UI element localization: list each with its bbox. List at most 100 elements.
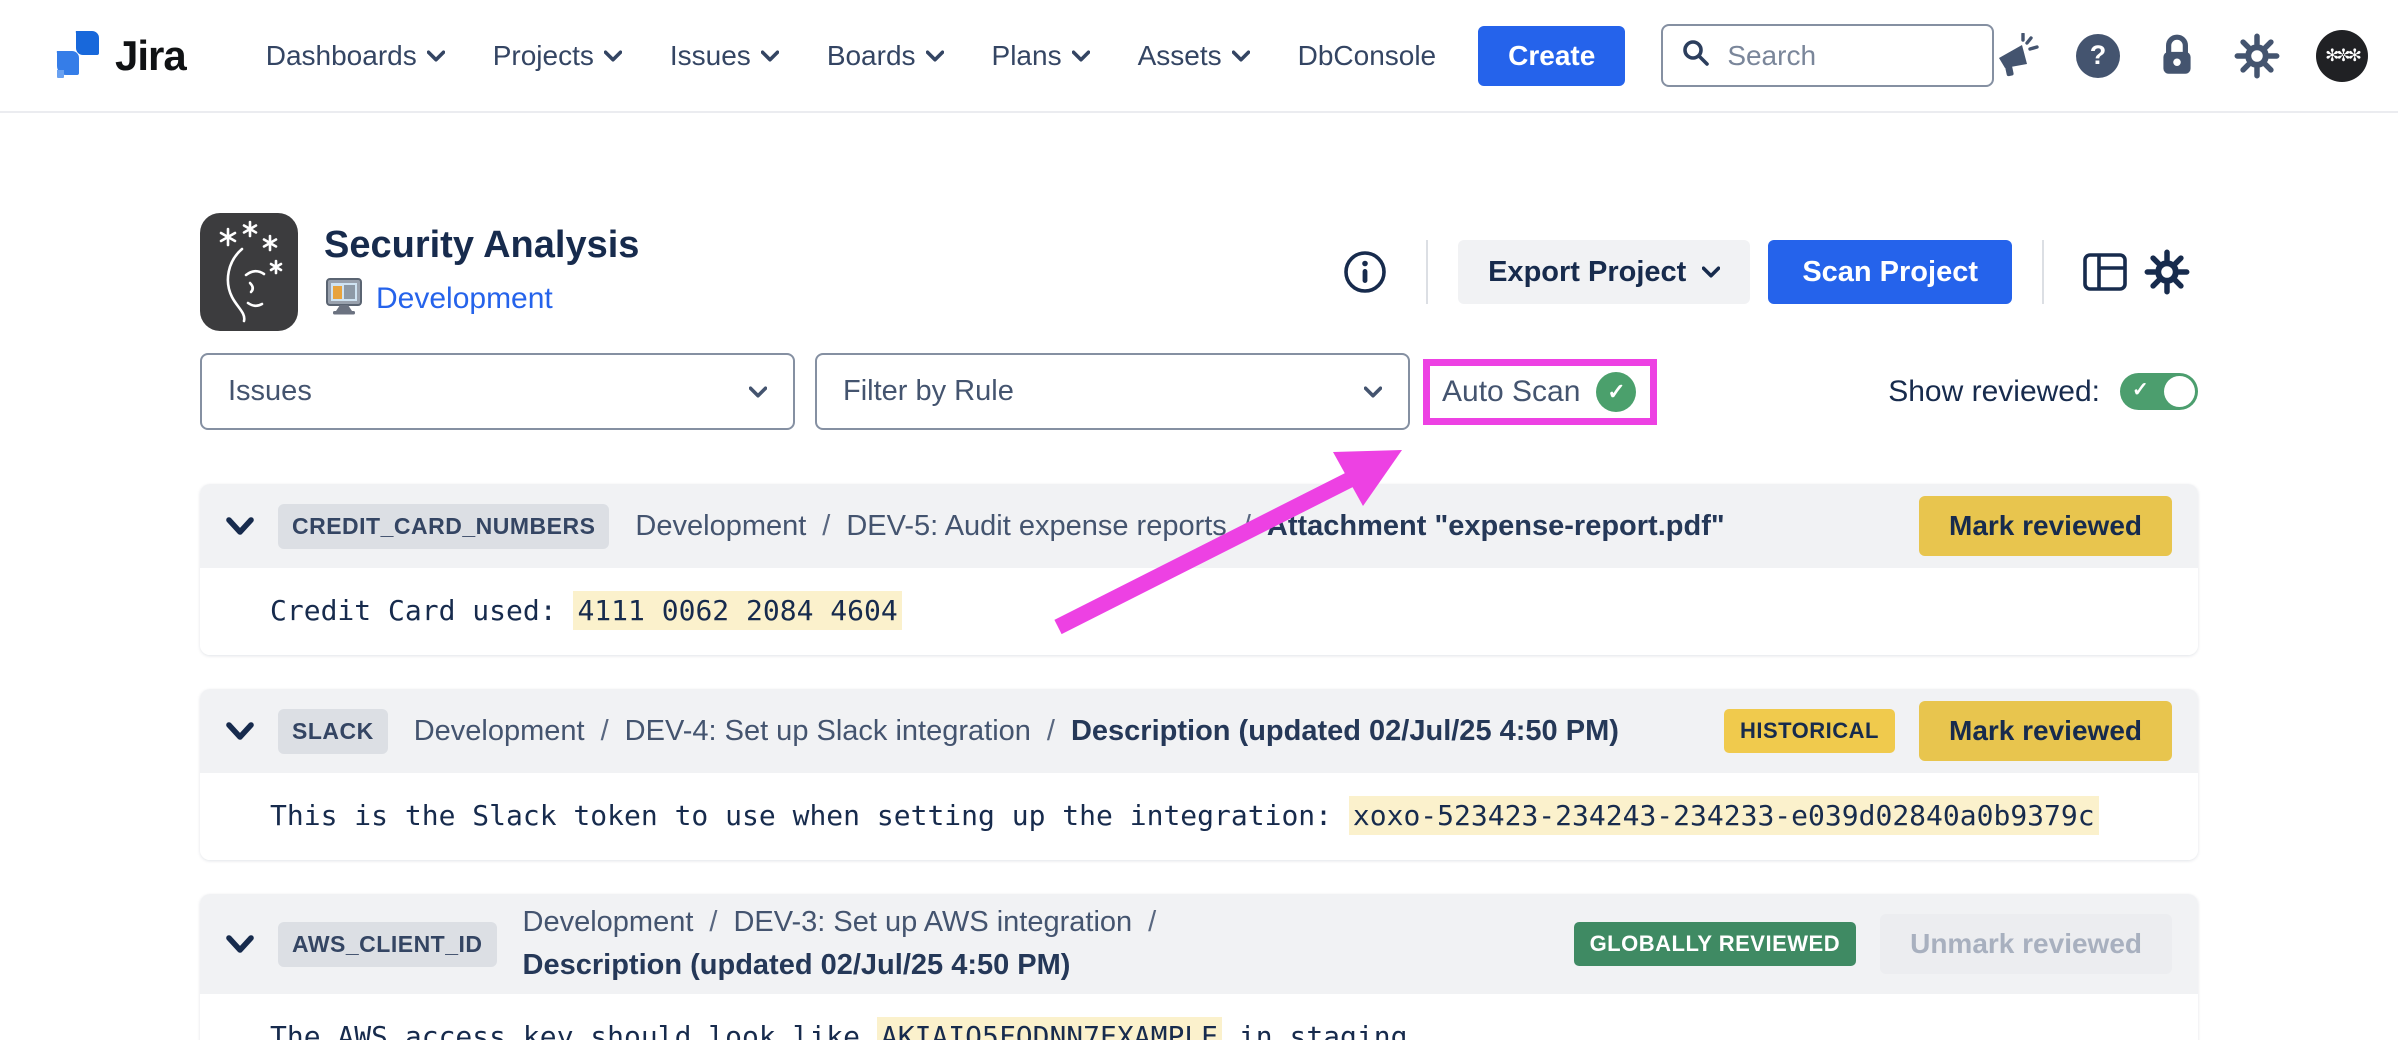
jira-logo-text: Jira <box>115 32 186 80</box>
finding-header: CREDIT_CARD_NUMBERS Development / DEV-5:… <box>200 484 2198 568</box>
nav-item-issues[interactable]: Issues <box>670 40 779 72</box>
create-button[interactable]: Create <box>1478 26 1625 86</box>
breadcrumb-separator: / <box>709 906 717 939</box>
finding-actions: HISTORICAL Mark reviewed <box>1700 701 2172 761</box>
finding-actions: GLOBALLY REVIEWED Unmark reviewed <box>1550 914 2172 974</box>
jira-app: Jira Dashboards Projects Issues Boards P… <box>0 0 2398 1040</box>
finding-header: AWS_CLIENT_ID Development / DEV-3: Set u… <box>200 894 2198 994</box>
sensitive-value-highlight: 4111 0062 2084 4604 <box>573 591 901 630</box>
filter-by-rule-dropdown[interactable]: Filter by Rule <box>815 353 1410 430</box>
breadcrumb-separator: / <box>1047 715 1055 748</box>
mark-reviewed-button[interactable]: Mark reviewed <box>1919 701 2172 761</box>
breadcrumb: Development / DEV-5: Audit expense repor… <box>635 510 1895 543</box>
breadcrumb-project[interactable]: Development <box>635 510 806 543</box>
show-reviewed-toggle[interactable]: ✓ <box>2120 373 2198 410</box>
user-avatar[interactable]: ✻✼✻ <box>2316 30 2368 82</box>
chevron-down-icon <box>926 50 944 62</box>
breadcrumb: Development / DEV-3: Set up AWS integrat… <box>523 906 1550 982</box>
auto-scan-enabled-check-icon: ✓ <box>1596 372 1636 412</box>
nav-item-dbconsole[interactable]: DbConsole <box>1298 40 1437 72</box>
breadcrumb-field: Description (updated 02/Jul/25 4:50 PM) <box>1071 715 1619 748</box>
sensitive-value-highlight: AKIAIO5FODNN7EXAMPLE <box>877 1017 1222 1040</box>
breadcrumb-project[interactable]: Development <box>414 715 585 748</box>
expand-chevron-icon[interactable] <box>226 721 254 741</box>
historical-badge: HISTORICAL <box>1724 709 1895 753</box>
announcements-megaphone-icon[interactable] <box>1994 33 2040 79</box>
nav-item-boards[interactable]: Boards <box>827 40 944 72</box>
details-panel-icon[interactable] <box>2074 241 2136 303</box>
settings-gear-icon[interactable] <box>2234 33 2280 79</box>
help-icon[interactable]: ? <box>2076 34 2120 78</box>
breadcrumb-issue[interactable]: DEV-5: Audit expense reports <box>846 510 1226 543</box>
jira-logo-icon <box>55 28 101 83</box>
toggle-knob <box>2164 376 2195 407</box>
title-block: Security Analysis Development <box>324 223 639 322</box>
chevron-down-icon <box>1702 266 1720 278</box>
globally-reviewed-badge: GLOBALLY REVIEWED <box>1574 922 1857 966</box>
header-actions: Export Project Scan Project <box>1334 240 2198 304</box>
scan-project-button[interactable]: Scan Project <box>1768 240 2012 304</box>
finding-snippet: Credit Card used: 4111 0062 2084 4604 <box>270 594 2158 627</box>
mark-reviewed-button[interactable]: Mark reviewed <box>1919 496 2172 556</box>
filter-row: Issues Filter by Rule Auto Scan ✓ Show r… <box>200 353 2198 430</box>
jira-logo[interactable]: Jira <box>55 28 186 83</box>
issues-dropdown[interactable]: Issues <box>200 353 795 430</box>
finding-body: The AWS access key should look like AKIA… <box>200 994 2198 1040</box>
breadcrumb-issue[interactable]: DEV-3: Set up AWS integration <box>733 906 1132 939</box>
chevron-down-icon <box>1232 50 1250 62</box>
breadcrumb-separator: / <box>601 715 609 748</box>
breadcrumb-separator: / <box>1243 510 1251 543</box>
breadcrumb-project[interactable]: Development <box>523 906 694 939</box>
show-reviewed-label: Show reviewed: <box>1888 375 2100 409</box>
nav-item-dashboards[interactable]: Dashboards <box>266 40 445 72</box>
project-type-icon <box>324 276 364 321</box>
chevron-down-icon <box>427 50 445 62</box>
sensitive-value-highlight: xoxo-523423-234243-234233-e039d02840a0b9… <box>1349 796 2099 835</box>
nav-item-assets[interactable]: Assets <box>1138 40 1250 72</box>
divider <box>2042 240 2044 304</box>
search-input[interactable] <box>1727 40 1947 72</box>
project-breadcrumb-link[interactable]: Development <box>376 282 553 316</box>
breadcrumb-issue[interactable]: DEV-4: Set up Slack integration <box>625 715 1031 748</box>
project-avatar <box>200 213 298 331</box>
rule-badge: AWS_CLIENT_ID <box>278 922 497 967</box>
chevron-down-icon <box>749 386 767 398</box>
chevron-down-icon <box>1072 50 1090 62</box>
search-box[interactable] <box>1661 24 1994 87</box>
breadcrumb-field: Description (updated 02/Jul/25 4:50 PM) <box>523 949 1071 982</box>
breadcrumb: Development / DEV-4: Set up Slack integr… <box>414 715 1700 748</box>
auto-scan-label: Auto Scan <box>1442 375 1580 409</box>
project-settings-gear-icon[interactable] <box>2136 241 2198 303</box>
export-project-button[interactable]: Export Project <box>1458 240 1750 304</box>
search-icon <box>1681 38 1711 73</box>
avatar-snowflake-art: ✻✼✻ <box>2316 30 2368 82</box>
finding-body: This is the Slack token to use when sett… <box>200 773 2198 860</box>
info-icon[interactable] <box>1334 241 1396 303</box>
finding-body: Credit Card used: 4111 0062 2084 4604 <box>200 568 2198 655</box>
chevron-down-icon <box>761 50 779 62</box>
finding-card-slack: SLACK Development / DEV-4: Set up Slack … <box>200 689 2198 860</box>
project-subtitle: Development <box>324 276 639 321</box>
finding-card-credit-card: CREDIT_CARD_NUMBERS Development / DEV-5:… <box>200 484 2198 655</box>
breadcrumb-field: Attachment "expense-report.pdf" <box>1267 510 1725 543</box>
show-reviewed-group: Show reviewed: ✓ <box>1888 373 2198 410</box>
expand-chevron-icon[interactable] <box>226 934 254 954</box>
auto-scan-status[interactable]: Auto Scan ✓ <box>1442 372 1636 412</box>
unmark-reviewed-button[interactable]: Unmark reviewed <box>1880 914 2172 974</box>
page-title: Security Analysis <box>324 223 639 269</box>
finding-card-aws: AWS_CLIENT_ID Development / DEV-3: Set u… <box>200 894 2198 1040</box>
nav-item-plans[interactable]: Plans <box>992 40 1090 72</box>
nav-item-projects[interactable]: Projects <box>493 40 622 72</box>
rule-badge: SLACK <box>278 709 388 754</box>
nav-icon-group: ? ✻✼✻ <box>1994 30 2368 82</box>
findings-list: CREDIT_CARD_NUMBERS Development / DEV-5:… <box>200 484 2198 1040</box>
top-navigation: Jira Dashboards Projects Issues Boards P… <box>0 0 2398 113</box>
annotation-highlight-box: Auto Scan ✓ <box>1423 359 1657 425</box>
expand-chevron-icon[interactable] <box>226 516 254 536</box>
finding-header: SLACK Development / DEV-4: Set up Slack … <box>200 689 2198 773</box>
chevron-down-icon <box>604 50 622 62</box>
divider <box>1426 240 1428 304</box>
finding-actions: Mark reviewed <box>1895 496 2172 556</box>
finding-snippet: The AWS access key should look like AKIA… <box>270 1020 2158 1040</box>
lock-icon[interactable] <box>2156 33 2198 79</box>
